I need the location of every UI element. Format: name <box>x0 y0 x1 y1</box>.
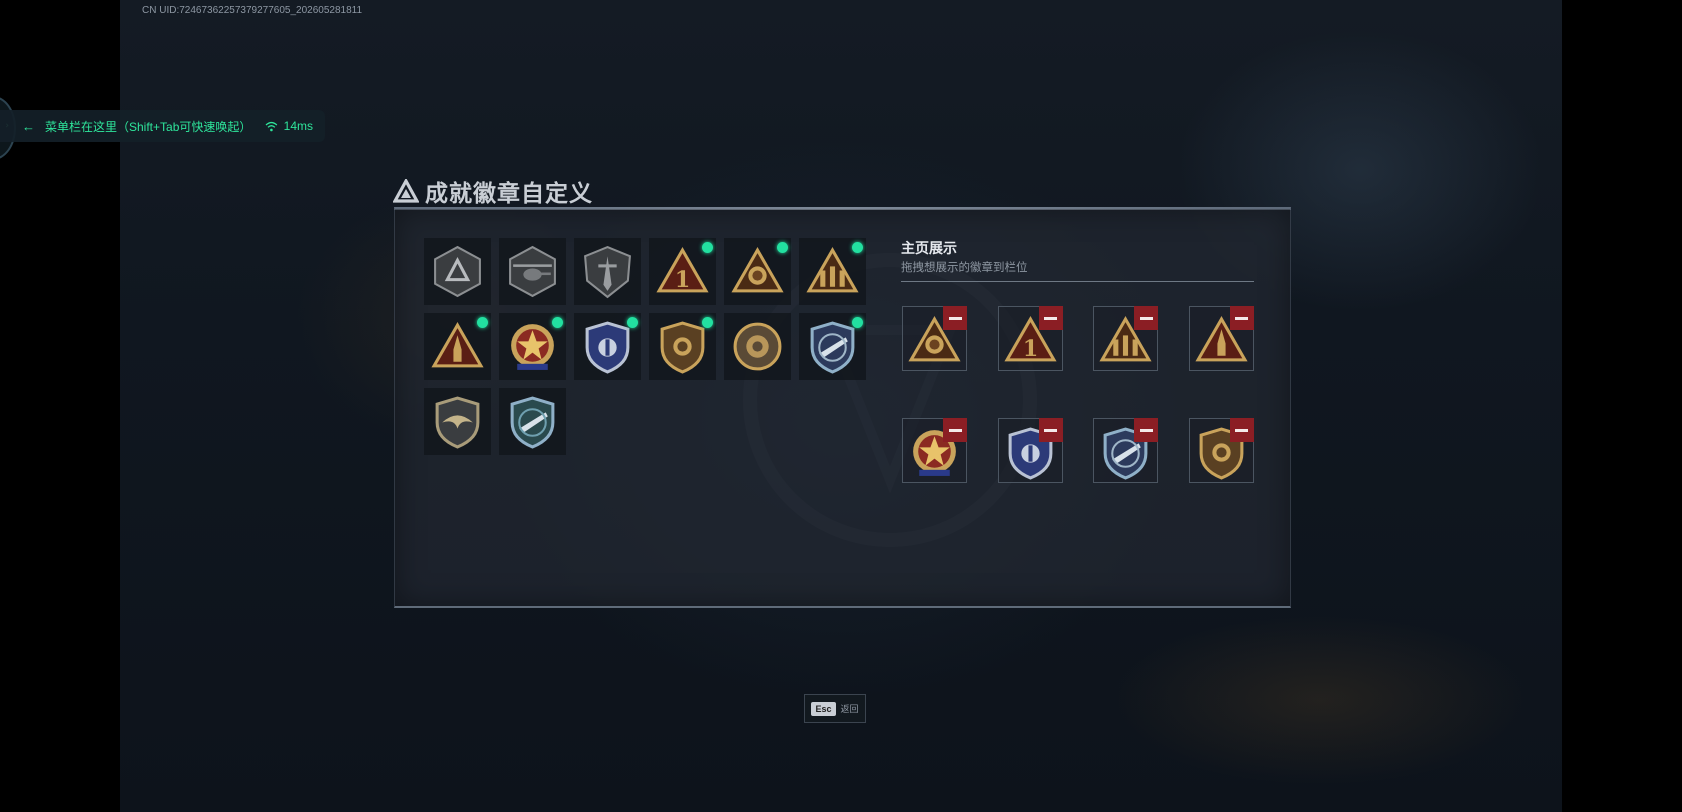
owned-indicator-dot <box>702 317 713 328</box>
showcase-divider <box>901 281 1254 282</box>
showcase-subtitle: 拖拽想展示的徽章到栏位 <box>901 260 1028 274</box>
back-button[interactable]: Esc 返回 <box>804 694 866 723</box>
minus-icon <box>1235 316 1248 320</box>
badge-cell[interactable] <box>799 313 866 380</box>
showcase-slot[interactable] <box>1093 306 1158 371</box>
star-medal-badge-icon <box>511 324 554 370</box>
back-label: 返回 <box>840 705 859 715</box>
badge-cell[interactable] <box>724 313 791 380</box>
panel-top-divider <box>394 207 1291 210</box>
ping-value: 14ms <box>283 119 313 133</box>
remove-badge-button[interactable] <box>943 306 967 330</box>
helicopter-badge-icon <box>509 245 556 298</box>
svg-text:1: 1 <box>1022 336 1038 362</box>
minus-icon <box>1044 316 1057 320</box>
owned-indicator-dot <box>852 242 863 253</box>
showcase-slot[interactable] <box>1188 418 1254 483</box>
remove-badge-button[interactable] <box>1229 306 1254 330</box>
remove-badge-button[interactable] <box>1038 418 1063 442</box>
badge-cell[interactable] <box>724 238 791 305</box>
badge-cell[interactable] <box>499 388 566 455</box>
minus-icon <box>1235 428 1248 432</box>
jet-shield-badge-icon <box>810 321 855 374</box>
badge-cell[interactable] <box>499 238 566 305</box>
badge-cell[interactable]: 1 <box>649 238 716 305</box>
showcase-slot[interactable] <box>997 418 1063 483</box>
owned-indicator-dot <box>777 242 788 253</box>
showcase-title: 主页展示 <box>901 241 957 257</box>
arrow-left-icon: ← <box>22 118 35 134</box>
police-shield-badge-icon <box>585 321 630 374</box>
lion-shield-badge-icon <box>660 321 705 374</box>
minus-icon <box>1139 316 1153 320</box>
missile-triangle-badge-icon <box>431 322 484 368</box>
showcase-slot[interactable] <box>1093 418 1158 483</box>
eagle-shield-badge-icon <box>435 396 480 449</box>
triangle-shield-badge-icon <box>434 245 481 298</box>
showcase-slot[interactable] <box>902 418 967 483</box>
menu-hint-label: 菜单栏在这里（Shift+Tab可快速唤起） <box>45 119 252 134</box>
minus-icon <box>1044 428 1057 432</box>
remove-badge-button[interactable] <box>1134 306 1158 330</box>
minus-icon <box>1139 428 1153 432</box>
badge-cell[interactable] <box>574 238 641 305</box>
badge-cell[interactable] <box>649 313 716 380</box>
minus-icon <box>948 428 962 432</box>
owned-indicator-dot <box>552 317 563 328</box>
lion-triangle-badge-icon <box>731 247 784 293</box>
menu-hint-bar[interactable]: ← 菜单栏在这里（Shift+Tab可快速唤起） 14ms <box>0 110 325 142</box>
esc-key-icon: Esc <box>811 701 836 716</box>
badge-cell[interactable] <box>499 313 566 380</box>
soldiers-triangle-badge-icon <box>806 247 859 293</box>
badge-cell[interactable] <box>799 238 866 305</box>
badge-cell[interactable] <box>424 238 491 305</box>
jet-blue-shield-badge-icon <box>510 396 555 449</box>
wifi-icon <box>265 121 278 131</box>
badge-cell[interactable] <box>574 313 641 380</box>
showcase-slot[interactable]: 1 <box>997 306 1063 371</box>
svg-text:1: 1 <box>675 267 691 293</box>
remove-badge-button[interactable] <box>1229 418 1254 442</box>
owned-indicator-dot <box>852 317 863 328</box>
dagger-shield-badge-icon <box>584 245 631 299</box>
uid-label: CN UID:72467362257379277605_202605281811 <box>142 5 363 16</box>
badge-cell[interactable] <box>424 313 491 380</box>
remove-badge-button[interactable] <box>1134 418 1158 442</box>
triangle-logo-icon <box>393 179 419 203</box>
remove-badge-button[interactable] <box>1038 306 1063 330</box>
owned-indicator-dot <box>627 317 638 328</box>
number-one-triangle-badge-icon: 1 <box>656 247 709 293</box>
round-emblem-badge-icon <box>733 322 782 371</box>
badge-cell[interactable] <box>424 388 491 455</box>
showcase-slot[interactable] <box>1188 306 1254 371</box>
minus-icon <box>948 316 962 320</box>
remove-badge-button[interactable] <box>943 418 967 442</box>
panel-title: 成就徽章自定义 <box>393 174 593 208</box>
owned-indicator-dot <box>477 317 488 328</box>
showcase-slot[interactable] <box>902 306 967 371</box>
panel-title-text: 成就徽章自定义 <box>425 181 593 207</box>
owned-indicator-dot <box>702 242 713 253</box>
